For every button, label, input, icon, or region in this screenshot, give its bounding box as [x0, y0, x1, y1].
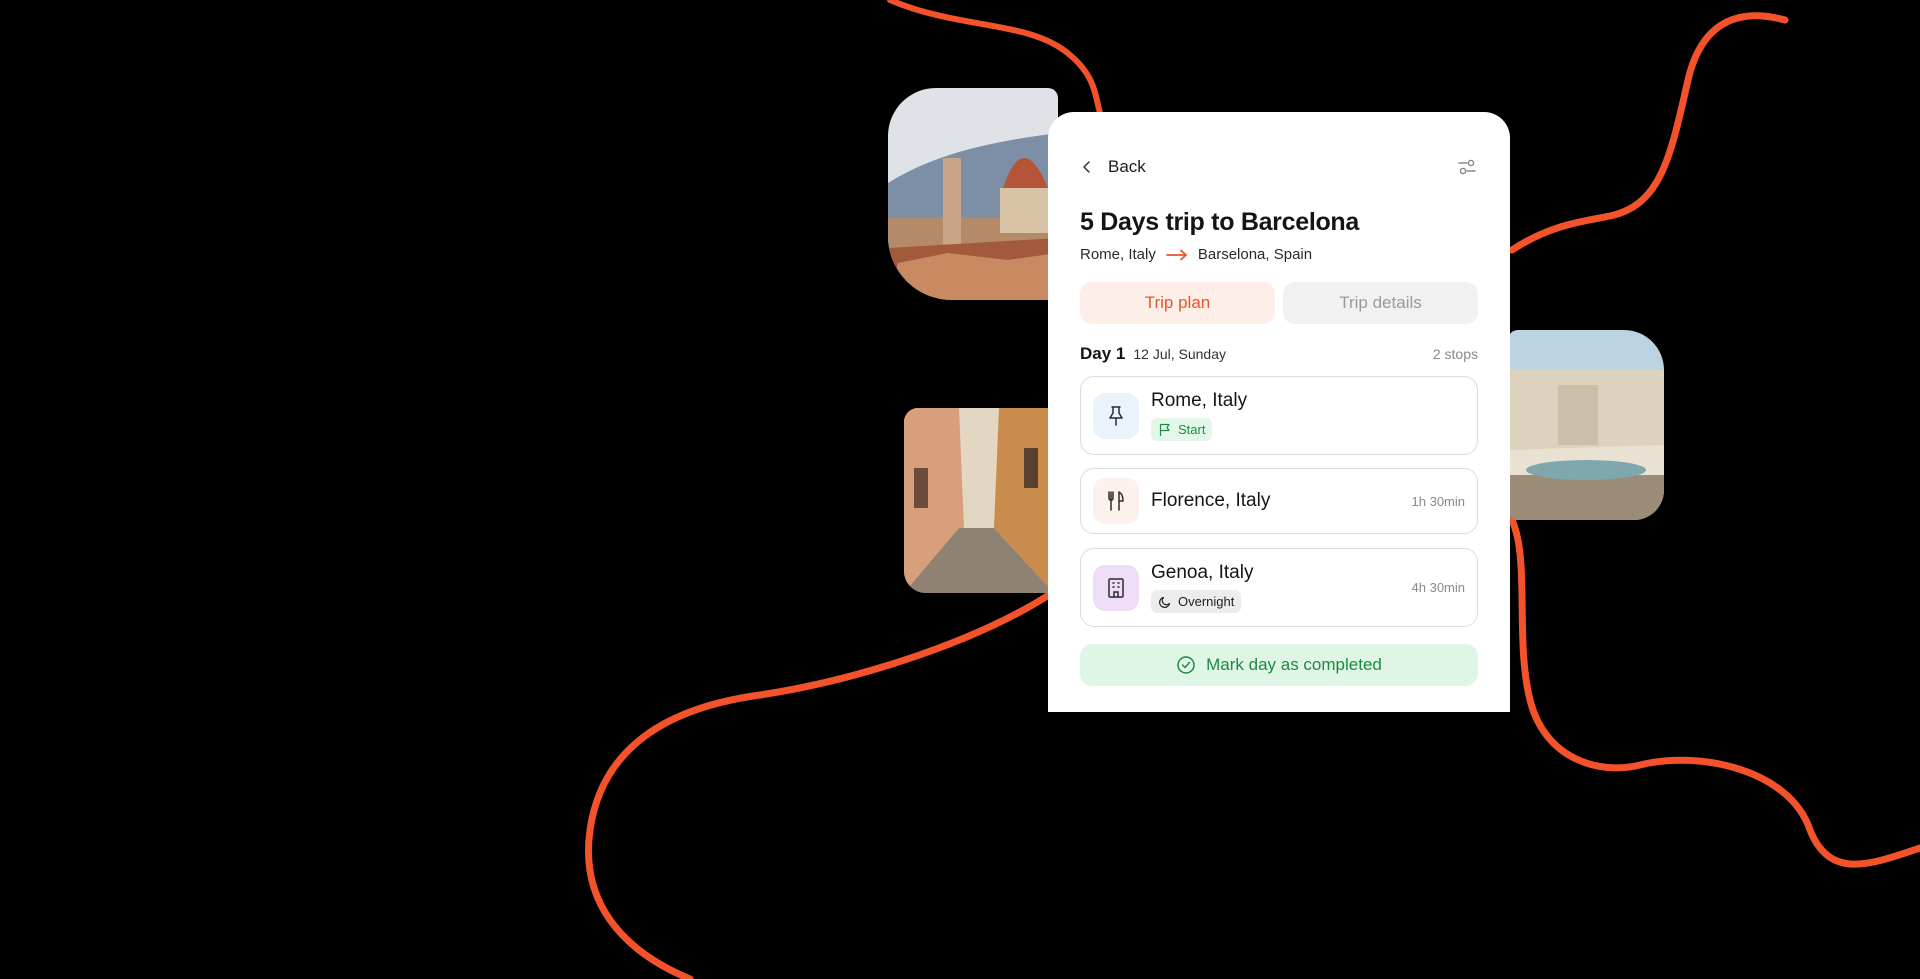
day-label: Day 1: [1080, 344, 1126, 363]
chevron-left-icon: [1083, 161, 1090, 173]
florence-photo: [888, 88, 1058, 300]
overnight-badge-label: Overnight: [1178, 594, 1235, 609]
check-circle-icon: [1177, 656, 1195, 674]
pin-icon: [1109, 405, 1123, 426]
trip-title: 5 Days trip to Barcelona: [1080, 208, 1360, 236]
top-bar: Back: [1080, 152, 1478, 182]
stop-icon-container: [1093, 392, 1139, 439]
stop-body: Genoa, Italy Overnight: [1151, 562, 1253, 613]
back-button[interactable]: Back: [1080, 157, 1146, 177]
overnight-badge: Overnight: [1151, 590, 1242, 613]
mark-day-completed-label: Mark day as completed: [1206, 655, 1382, 674]
stop-body: Florence, Italy: [1151, 490, 1270, 512]
filter-icon[interactable]: [1456, 156, 1478, 178]
route-destination: Barselona, Spain: [1197, 246, 1313, 263]
street-photo: [904, 408, 1054, 593]
start-badge: Start: [1151, 418, 1213, 441]
stop-card-genoa[interactable]: Genoa, Italy Overnight 4h 30min: [1080, 548, 1478, 627]
tab-trip-plan[interactable]: Trip plan: [1080, 282, 1275, 324]
trip-route: Rome, Italy Barselona, Spain: [1080, 246, 1312, 263]
stop-card-rome[interactable]: Rome, Italy Start: [1080, 376, 1478, 455]
trip-card: Back 5 Days trip to Barcelona Rome, Ital…: [1048, 112, 1510, 712]
route-origin: Rome, Italy: [1080, 246, 1156, 263]
stop-name: Florence, Italy: [1151, 490, 1271, 511]
arrow-right-icon: [1165, 249, 1187, 260]
tab-trip-details[interactable]: Trip details: [1283, 282, 1478, 324]
moon-icon: [1159, 596, 1171, 608]
start-badge-label: Start: [1178, 422, 1206, 437]
trevi-fountain-photo: [1508, 330, 1664, 520]
stop-name: Rome, Italy: [1151, 390, 1248, 411]
flag-icon: [1159, 423, 1170, 436]
day-header: Day 1 12 Jul, Sunday 2 stops: [1080, 342, 1478, 366]
stop-icon-container: [1093, 564, 1139, 611]
hotel-icon: [1108, 577, 1124, 598]
stop-icon-container: [1093, 478, 1139, 524]
stop-duration: 4h 30min: [1411, 580, 1465, 595]
day-date: 12 Jul, Sunday: [1133, 346, 1226, 362]
stop-body: Rome, Italy Start: [1151, 390, 1247, 441]
stop-duration: 1h 30min: [1411, 493, 1465, 509]
trip-tabs: Trip plan Trip details: [1080, 282, 1478, 324]
stop-card-florence[interactable]: Florence, Italy 1h 30min: [1080, 468, 1478, 534]
fork-knife-icon: [1108, 491, 1124, 511]
mark-day-completed-button[interactable]: Mark day as completed: [1080, 644, 1478, 686]
stop-name: Genoa, Italy: [1151, 562, 1254, 583]
back-label: Back: [1108, 157, 1146, 176]
day-stops-count: 2 stops: [1432, 346, 1478, 362]
